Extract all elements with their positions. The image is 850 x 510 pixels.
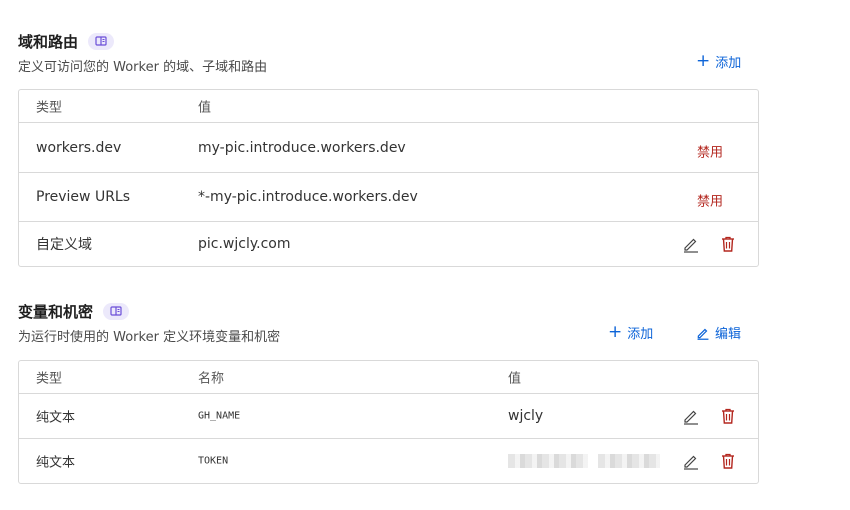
pencil-icon (684, 455, 698, 470)
disable-workers-dev-button[interactable]: 禁用 (697, 141, 723, 160)
plus-icon: + (696, 51, 711, 71)
column-header-type: 类型 (36, 100, 63, 116)
column-header-name: 名称 (198, 371, 225, 387)
table-row: 自定义域 pic.wjcly.com (19, 222, 758, 266)
edit-variables-button[interactable]: 编辑 (696, 323, 741, 342)
pencil-icon (697, 328, 709, 340)
variables-title: 变量和机密 (18, 302, 94, 321)
edit-domain-button[interactable] (682, 235, 700, 253)
variable-type: 纯文本 (36, 455, 76, 471)
table-row: 纯文本 GH_NAME wjcly (19, 394, 758, 439)
variables-table-header: 类型 名称 值 (19, 361, 758, 394)
variable-name: GH_NAME (198, 410, 241, 422)
variable-name: TOKEN (198, 455, 229, 467)
delete-variable-button[interactable] (719, 452, 737, 470)
table-row: 纯文本 TOKEN (19, 439, 758, 483)
delete-domain-button[interactable] (719, 235, 737, 253)
domain-value: my-pic.introduce.workers.dev (198, 139, 406, 156)
domains-title: 域和路由 (18, 32, 79, 51)
add-variable-button[interactable]: + 添加 (608, 322, 654, 343)
trash-icon (722, 408, 734, 424)
docs-badge[interactable] (88, 32, 115, 50)
book-icon (110, 306, 122, 316)
variable-value-redacted (508, 454, 660, 468)
domain-type: 自定义域 (36, 237, 92, 253)
edit-variable-button[interactable] (682, 452, 700, 470)
delete-variable-button[interactable] (719, 407, 737, 425)
pencil-icon (684, 410, 698, 425)
docs-badge[interactable] (103, 302, 130, 320)
domain-value: *-my-pic.introduce.workers.dev (198, 189, 418, 205)
edit-variable-button[interactable] (682, 407, 700, 425)
domain-type: workers.dev (36, 139, 122, 156)
column-header-value: 值 (198, 100, 212, 116)
variable-value: wjcly (508, 408, 544, 424)
domain-type: Preview URLs (36, 189, 131, 205)
trash-icon (722, 453, 734, 469)
column-header-value: 值 (508, 371, 522, 387)
disable-preview-urls-button[interactable]: 禁用 (697, 191, 723, 210)
trash-icon (722, 236, 734, 252)
book-icon (95, 36, 107, 46)
variables-table: 类型 名称 值 纯文本 GH_NAME wjcly 纯文本 TOKEN (18, 360, 759, 484)
table-row: workers.dev my-pic.introduce.workers.dev… (19, 123, 758, 173)
add-domain-button[interactable]: + 添加 (696, 51, 742, 72)
add-variable-label: 添加 (627, 327, 654, 342)
pencil-icon (684, 238, 698, 253)
domains-table: 类型 值 workers.dev my-pic.introduce.worker… (18, 89, 759, 267)
table-row: Preview URLs *-my-pic.introduce.workers.… (19, 173, 758, 222)
domains-section-header: 域和路由 定义可访问您的 Worker 的域、子域和路由 (18, 31, 760, 75)
add-domain-label: 添加 (715, 56, 742, 71)
edit-variables-label: 编辑 (715, 327, 742, 342)
column-header-type: 类型 (36, 371, 63, 387)
domains-table-header: 类型 值 (19, 90, 758, 123)
domain-value: pic.wjcly.com (198, 236, 291, 252)
domains-description: 定义可访问您的 Worker 的域、子域和路由 (18, 60, 268, 75)
plus-icon: + (608, 322, 623, 342)
variable-type: 纯文本 (36, 410, 76, 426)
